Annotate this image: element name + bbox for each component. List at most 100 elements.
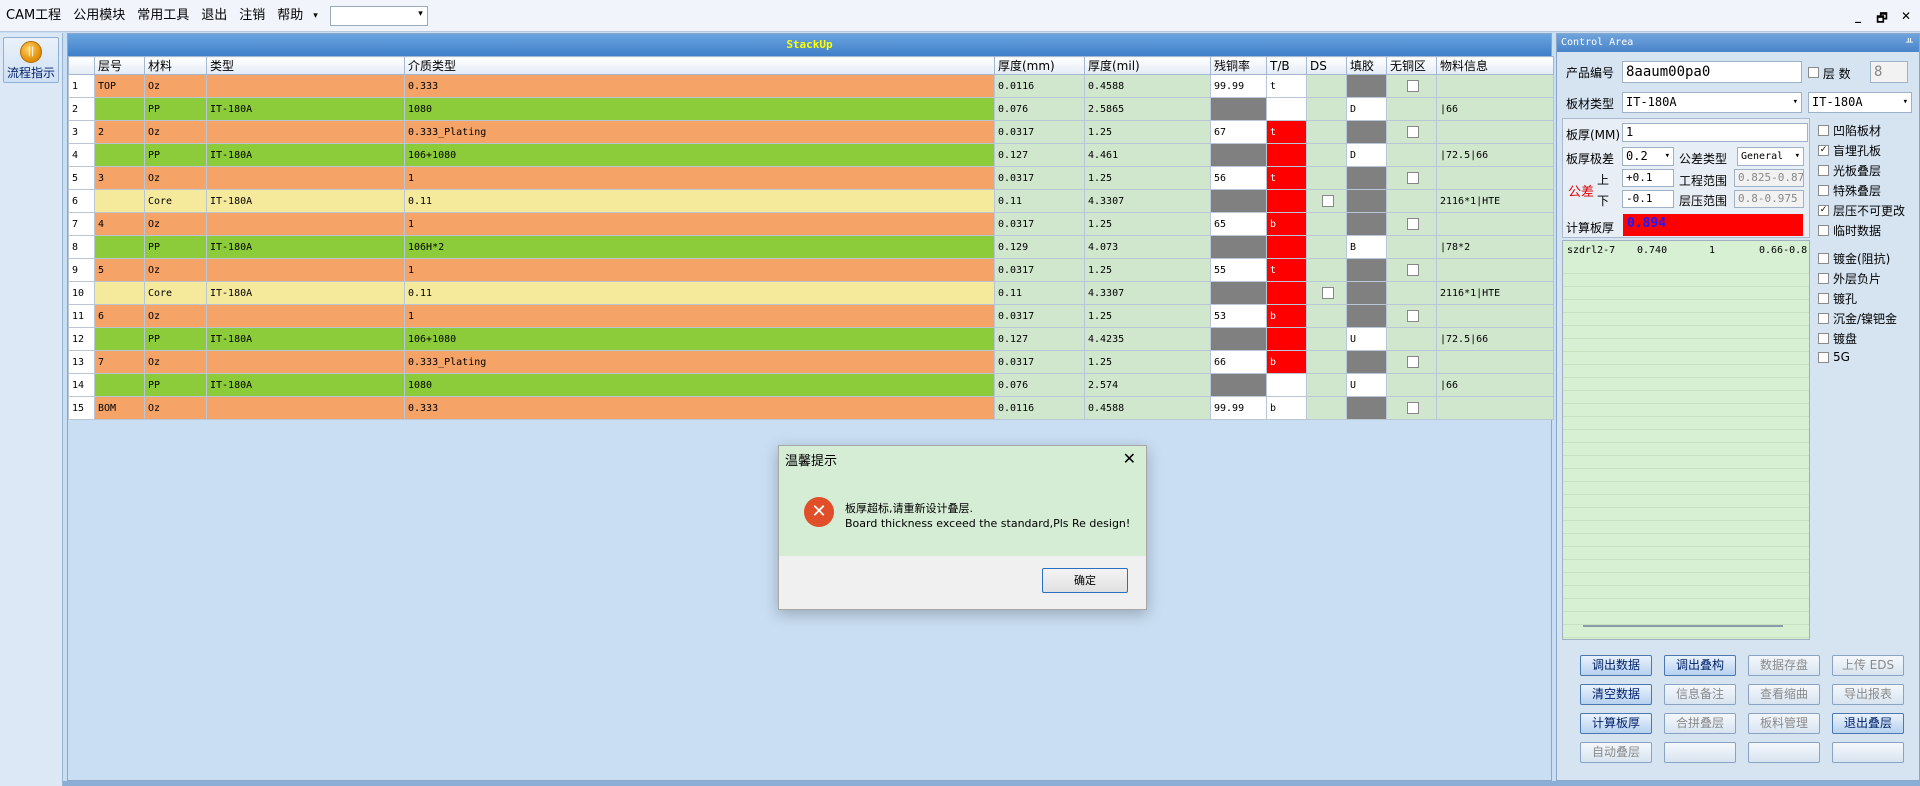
option-checkbox-row[interactable]: 镀孔 (1818, 290, 1857, 307)
cell-ds[interactable] (1306, 327, 1347, 351)
cell-material-info[interactable]: |72.5|66 (1436, 143, 1554, 167)
cell-copper-ratio[interactable] (1210, 189, 1267, 213)
cell-thickness-mm[interactable]: 0.0317 (994, 350, 1085, 374)
cell-thickness-mil[interactable]: 1.25 (1084, 350, 1211, 374)
cell-type[interactable] (206, 166, 405, 190)
option-checkbox-row[interactable]: 临时数据 (1818, 222, 1881, 239)
action-button[interactable]: 数据存盘 (1748, 655, 1820, 676)
cell-material-info[interactable] (1436, 350, 1554, 374)
cell-copper-ratio[interactable]: 67 (1210, 120, 1267, 144)
col-header-fill[interactable]: 填胶 (1346, 56, 1387, 75)
cell-fill[interactable] (1346, 166, 1387, 190)
table-row[interactable]: 3 2 Oz 0.333_Plating 0.0317 1.25 67 t (68, 120, 1554, 144)
cell-layer[interactable]: TOP (94, 74, 145, 98)
cell-type[interactable] (206, 396, 405, 420)
cell-dielectric[interactable]: 0.333_Plating (404, 350, 995, 374)
cell-thickness-mil[interactable]: 4.3307 (1084, 189, 1211, 213)
cell-thickness-mm[interactable]: 0.0317 (994, 166, 1085, 190)
cell-layer[interactable]: 2 (94, 120, 145, 144)
cell-material-info[interactable]: 2116*1|HTE (1436, 189, 1554, 213)
cell-layer[interactable] (94, 143, 145, 167)
cell-material-info[interactable]: 2116*1|HTE (1436, 281, 1554, 305)
cell-no-copper[interactable] (1386, 281, 1437, 305)
cell-layer[interactable] (94, 235, 145, 259)
cell-material-info[interactable]: |72.5|66 (1436, 327, 1554, 351)
option-checkbox-row[interactable]: 5G (1818, 350, 1850, 364)
cell-copper-ratio[interactable]: 66 (1210, 350, 1267, 374)
no-copper-checkbox[interactable] (1407, 172, 1419, 184)
cell-thickness-mm[interactable]: 0.076 (994, 97, 1085, 121)
cell-tb[interactable]: t (1266, 258, 1307, 282)
action-button[interactable]: 计算板厚 (1580, 713, 1652, 734)
option-checkbox[interactable]: ✓ (1818, 205, 1829, 216)
option-checkbox[interactable] (1818, 165, 1829, 176)
option-checkbox[interactable]: ✓ (1818, 145, 1829, 156)
cell-thickness-mm[interactable]: 0.0317 (994, 258, 1085, 282)
table-row[interactable]: 7 4 Oz 1 0.0317 1.25 65 b (68, 212, 1554, 236)
cell-copper-ratio[interactable]: 65 (1210, 212, 1267, 236)
cell-layer[interactable] (94, 281, 145, 305)
table-row[interactable]: 1 TOP Oz 0.333 0.0116 0.4588 99.99 t (68, 74, 1554, 98)
col-header-dielectric[interactable]: 介质类型 (404, 56, 995, 75)
cell-type[interactable]: IT-180A (206, 143, 405, 167)
action-button[interactable]: 自动叠层 (1580, 742, 1652, 763)
cell-layer[interactable] (94, 97, 145, 121)
cell-copper-ratio[interactable] (1210, 235, 1267, 259)
cell-thickness-mm[interactable]: 0.0317 (994, 212, 1085, 236)
cell-material-info[interactable] (1436, 74, 1554, 98)
cell-material[interactable]: Oz (144, 304, 207, 328)
table-row[interactable]: 8 PP IT-180A 106H*2 0.129 4.073 B |78*2 (68, 235, 1554, 259)
cell-material[interactable]: Oz (144, 350, 207, 374)
cell-fill[interactable] (1346, 74, 1387, 98)
ds-checkbox[interactable] (1322, 287, 1334, 299)
cell-layer[interactable]: 6 (94, 304, 145, 328)
cell-ds[interactable] (1306, 166, 1347, 190)
col-header-material-info[interactable]: 物料信息 (1436, 56, 1554, 75)
cell-no-copper[interactable] (1386, 235, 1437, 259)
result-list[interactable]: szdrl2-7 0.740 1 0.66-0.8 (1562, 240, 1810, 640)
cell-no-copper[interactable] (1386, 189, 1437, 213)
cell-fill[interactable] (1346, 120, 1387, 144)
cell-no-copper[interactable] (1386, 373, 1437, 397)
action-button[interactable]: 退出叠层 (1832, 713, 1904, 734)
cell-copper-ratio[interactable]: 99.99 (1210, 74, 1267, 98)
cell-layer[interactable] (94, 327, 145, 351)
cell-thickness-mm[interactable]: 0.11 (994, 189, 1085, 213)
cell-fill[interactable] (1346, 189, 1387, 213)
close-icon[interactable]: ✕ (1123, 449, 1136, 468)
cell-layer[interactable]: 4 (94, 212, 145, 236)
cell-no-copper[interactable] (1386, 258, 1437, 282)
cell-thickness-mil[interactable]: 1.25 (1084, 120, 1211, 144)
cell-no-copper[interactable] (1386, 120, 1437, 144)
cell-no-copper[interactable] (1386, 97, 1437, 121)
board-type-select[interactable]: IT-180A ▾ (1622, 92, 1802, 113)
cell-thickness-mil[interactable]: 1.25 (1084, 258, 1211, 282)
option-checkbox[interactable] (1818, 253, 1829, 264)
option-checkbox[interactable] (1818, 185, 1829, 196)
cell-type[interactable] (206, 258, 405, 282)
cell-ds[interactable] (1306, 304, 1347, 328)
cell-material-info[interactable] (1436, 258, 1554, 282)
cell-fill[interactable] (1346, 258, 1387, 282)
no-copper-checkbox[interactable] (1407, 218, 1419, 230)
cell-layer[interactable] (94, 189, 145, 213)
table-row[interactable]: 12 PP IT-180A 106+1080 0.127 4.4235 U |72.5|66 (68, 327, 1554, 351)
cell-tb[interactable] (1266, 373, 1307, 397)
cell-material[interactable]: PP (144, 97, 207, 121)
cell-type[interactable]: IT-180A (206, 327, 405, 351)
cell-type[interactable]: IT-180A (206, 235, 405, 259)
action-button[interactable]: 上传 EDS (1832, 655, 1904, 676)
no-copper-checkbox[interactable] (1407, 126, 1419, 138)
cell-material[interactable]: Oz (144, 258, 207, 282)
cell-fill[interactable]: D (1346, 97, 1387, 121)
cell-copper-ratio[interactable] (1210, 143, 1267, 167)
layers-checkbox[interactable] (1808, 67, 1819, 78)
cell-no-copper[interactable] (1386, 327, 1437, 351)
cell-thickness-mm[interactable]: 0.127 (994, 327, 1085, 351)
no-copper-checkbox[interactable] (1407, 310, 1419, 322)
cell-thickness-mil[interactable]: 4.461 (1084, 143, 1211, 167)
cell-ds[interactable] (1306, 97, 1347, 121)
cell-material-info[interactable]: |66 (1436, 97, 1554, 121)
option-checkbox-row[interactable]: 镀盘 (1818, 330, 1857, 347)
cell-thickness-mil[interactable]: 1.25 (1084, 304, 1211, 328)
